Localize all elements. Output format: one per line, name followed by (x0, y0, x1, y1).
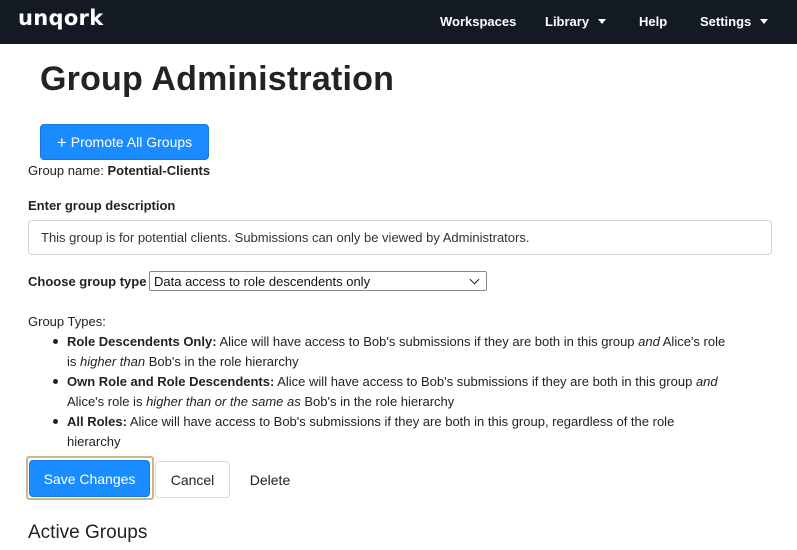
type-text: is (67, 354, 77, 369)
type-title: Role Descendents Only: (67, 334, 217, 349)
type-text: Alice will have access to Bob's submissi… (219, 334, 635, 349)
cancel-button[interactable]: Cancel (155, 461, 230, 498)
group-types-list: Role Descendents Only: Alice will have a… (50, 332, 770, 452)
list-item: Own Role and Role Descendents: Alice wil… (50, 372, 770, 412)
nav-workspaces[interactable]: Workspaces (440, 0, 516, 44)
chevron-down-icon (469, 274, 480, 284)
group-type-select[interactable]: Data access to role descendents only (149, 271, 487, 291)
group-name-label: Group name: (28, 163, 104, 178)
chevron-down-icon (760, 19, 769, 25)
type-text: Alice will have access to Bob's submissi… (277, 374, 693, 389)
type-text: Alice's role (662, 334, 726, 349)
unqork-logo[interactable]: unqork (18, 6, 103, 30)
promote-all-groups-button[interactable]: + Promote All Groups (40, 124, 209, 160)
group-description-input[interactable] (28, 220, 772, 255)
nav-workspaces-label: Workspaces (440, 14, 517, 29)
group-types-heading: Group Types: (28, 314, 106, 329)
type-text: Bob's in the role hierarchy (148, 354, 299, 369)
nav-settings[interactable]: Settings (700, 0, 769, 44)
plus-icon: + (56, 132, 67, 152)
page-title: Group Administration (40, 60, 395, 98)
type-emphasis: higher than or the same as (146, 394, 301, 409)
type-text: Bob's in the role hierarchy (304, 394, 455, 409)
nav-help[interactable]: Help (639, 0, 667, 44)
group-name-row: Group name: Potential-Clients (28, 163, 210, 178)
description-label: Enter group description (28, 198, 176, 213)
nav-help-label: Help (639, 14, 668, 29)
type-emphasis: and (638, 334, 660, 349)
group-type-selected: Data access to role descendents only (154, 273, 371, 289)
top-navbar: unqork Workspaces Library Help Settings (0, 0, 797, 44)
type-title: Own Role and Role Descendents: (67, 374, 275, 389)
group-type-label: Choose group type (28, 274, 147, 289)
promote-all-groups-label: Promote All Groups (70, 134, 193, 150)
group-name-value: Potential-Clients (107, 163, 211, 178)
active-groups-title: Active Groups (28, 522, 148, 543)
type-emphasis: higher than (80, 354, 146, 369)
save-changes-button[interactable]: Save Changes (29, 460, 150, 497)
chevron-down-icon (598, 19, 607, 25)
nav-library[interactable]: Library (545, 0, 607, 44)
type-title: All Roles: (67, 414, 127, 429)
nav-library-label: Library (545, 14, 590, 29)
delete-button[interactable]: Delete (240, 461, 300, 498)
list-item: Role Descendents Only: Alice will have a… (50, 332, 770, 372)
list-item: All Roles: Alice will have access to Bob… (50, 412, 770, 452)
nav-settings-label: Settings (700, 14, 752, 29)
type-text: Alice will have access to Bob's submissi… (129, 414, 675, 429)
type-emphasis: and (695, 374, 718, 389)
type-text: Alice's role is (67, 394, 143, 409)
type-text: hierarchy (67, 434, 121, 449)
